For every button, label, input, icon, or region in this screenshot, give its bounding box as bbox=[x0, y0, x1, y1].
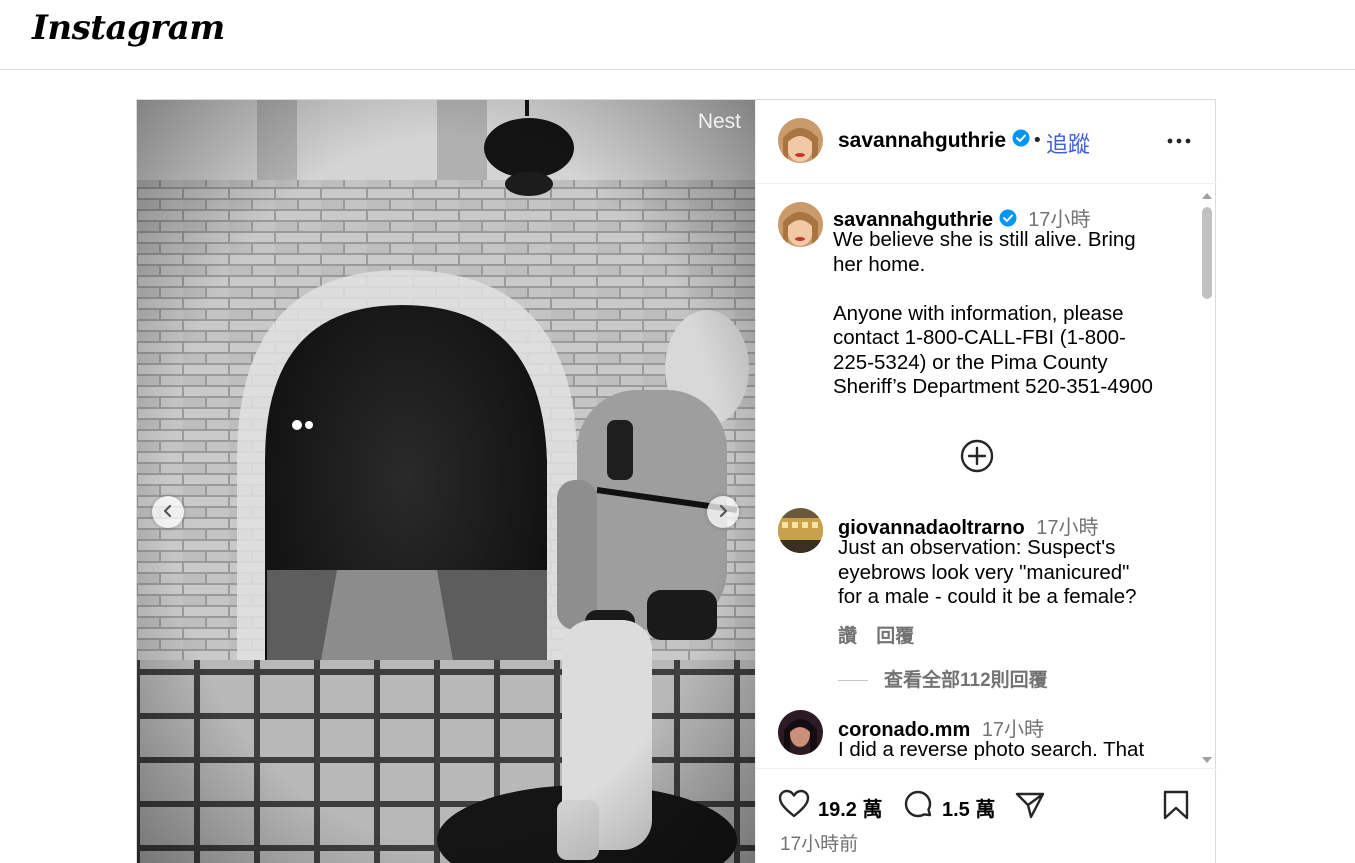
caption-avatar[interactable] bbox=[778, 202, 823, 247]
follow-button[interactable]: 追蹤 bbox=[1046, 127, 1090, 159]
view-replies-button[interactable]: 查看全部112則回覆 bbox=[838, 665, 1048, 692]
nest-watermark: Nest bbox=[697, 110, 741, 133]
comment-text: I did a reverse photo search. That bbox=[838, 738, 1145, 761]
verified-badge-icon bbox=[1012, 129, 1030, 153]
carousel-next-button[interactable] bbox=[707, 496, 739, 528]
instagram-logo[interactable]: Instagram bbox=[32, 8, 225, 48]
comments-count[interactable]: 1.5 萬 bbox=[942, 793, 995, 822]
commenter-avatar[interactable] bbox=[778, 710, 823, 755]
bookmark-icon bbox=[1162, 790, 1190, 825]
author-username-text[interactable]: savannahguthrie bbox=[838, 129, 1006, 152]
post-modal: Nest savannahguthrie • 追蹤 savannahguthri… bbox=[136, 99, 1217, 863]
scrollbar-thumb[interactable] bbox=[1202, 207, 1212, 299]
more-horizontal-icon bbox=[1164, 138, 1194, 158]
post-details-panel: savannahguthrie • 追蹤 savannahguthrie 17小… bbox=[755, 100, 1217, 863]
post-header: savannahguthrie • 追蹤 bbox=[756, 100, 1217, 184]
send-icon bbox=[1014, 792, 1046, 825]
top-bar: Instagram bbox=[0, 0, 1355, 70]
save-button[interactable] bbox=[1162, 789, 1190, 825]
likes-count[interactable]: 19.2 萬 bbox=[818, 793, 882, 822]
author-username[interactable]: savannahguthrie bbox=[838, 129, 1030, 153]
comments-section[interactable]: savannahguthrie 17小時 We believe she is s… bbox=[756, 185, 1217, 768]
chevron-left-icon bbox=[161, 503, 175, 522]
view-replies-label[interactable]: 查看全部112則回覆 bbox=[884, 670, 1048, 691]
post-image[interactable]: Nest bbox=[137, 100, 755, 863]
post-actions-bar: 19.2 萬 1.5 萬 17小時前 bbox=[756, 768, 1217, 863]
doorbell-camera-photo bbox=[137, 100, 755, 863]
comment-icon bbox=[902, 790, 934, 825]
chevron-right-icon bbox=[716, 503, 730, 522]
plus-circle-icon bbox=[959, 439, 995, 478]
caption-text: We believe she is still alive. Bring her… bbox=[833, 228, 1153, 398]
header-separator: • bbox=[1032, 130, 1043, 151]
comment-text: Just an observation: Suspect's eyebrows … bbox=[838, 536, 1137, 608]
load-more-comments-button[interactable] bbox=[959, 438, 995, 474]
comment-actions: 讚 回覆 bbox=[838, 621, 928, 648]
more-options-button[interactable] bbox=[1164, 128, 1194, 154]
heart-icon bbox=[778, 789, 810, 823]
like-button[interactable] bbox=[778, 789, 810, 823]
author-avatar[interactable] bbox=[778, 118, 823, 163]
scroll-up-arrow-icon[interactable] bbox=[1202, 193, 1212, 199]
post-timestamp[interactable]: 17小時前 bbox=[780, 829, 858, 856]
comments-scrollbar[interactable] bbox=[1200, 193, 1214, 763]
comment-reply-button[interactable]: 回覆 bbox=[876, 626, 914, 647]
carousel-prev-button[interactable] bbox=[152, 496, 184, 528]
comment-like-button[interactable]: 讚 bbox=[838, 626, 857, 647]
comment-button[interactable] bbox=[902, 789, 934, 825]
share-button[interactable] bbox=[1014, 789, 1046, 825]
scroll-down-arrow-icon[interactable] bbox=[1202, 757, 1212, 763]
replies-divider bbox=[838, 680, 868, 682]
commenter-avatar[interactable] bbox=[778, 508, 823, 553]
